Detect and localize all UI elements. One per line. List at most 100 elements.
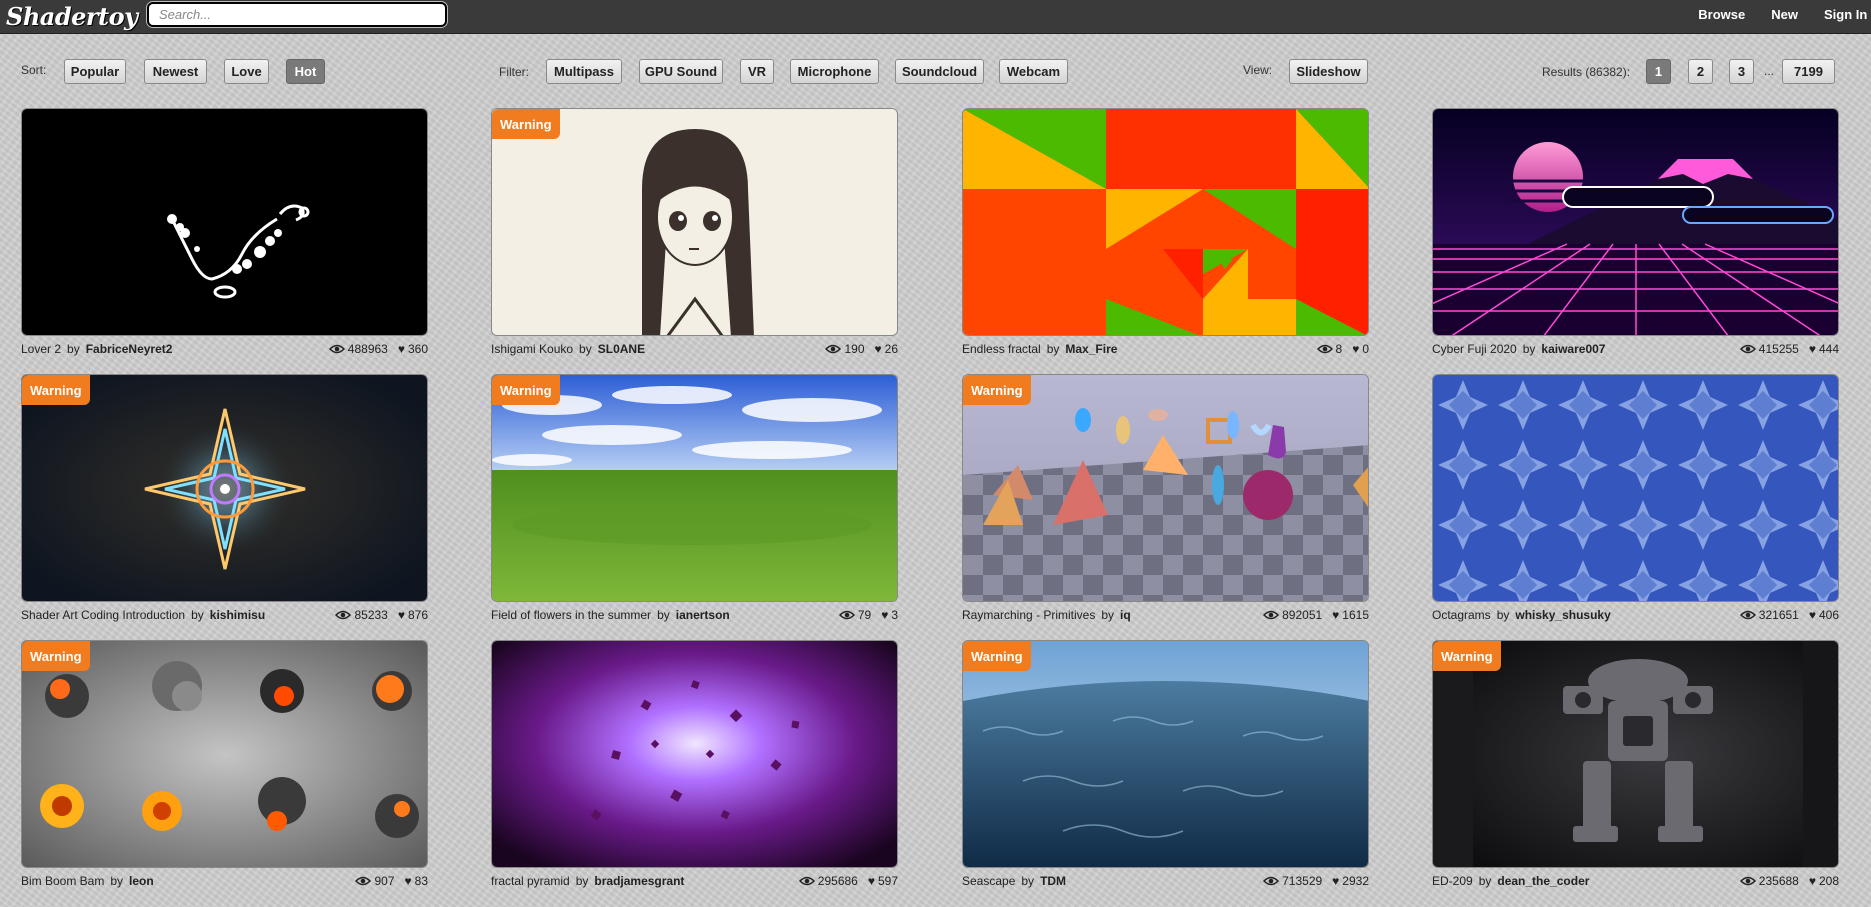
heart-icon: ♥ [1808,874,1816,888]
shader-title[interactable]: Seascape [962,874,1015,888]
shader-title[interactable]: ED-209 [1432,874,1473,888]
like-count: 360 [407,342,428,356]
shader-stats: 415255 ♥ 444 [1739,342,1839,356]
page-1-button[interactable]: 1 [1646,59,1671,84]
shader-title[interactable]: Ishigami Kouko [491,342,573,356]
shader-title[interactable]: Raymarching - Primitives [962,608,1095,622]
shader-thumbnail[interactable]: Warning [21,374,428,602]
site-logo[interactable]: Shadertoy [6,2,138,31]
filter-microphone-button[interactable]: Microphone [790,59,879,84]
shader-thumbnail[interactable]: Warning [962,640,1369,868]
shader-card[interactable]: fractal pyramid by bradjamesgrant 295686… [491,640,898,888]
shader-title[interactable]: Lover 2 [21,342,61,356]
shader-author[interactable]: Max_Fire [1065,342,1117,356]
by-label: by [579,342,592,356]
shader-title[interactable]: Shader Art Coding Introduction [21,608,185,622]
sort-newest-button[interactable]: Newest [144,59,207,84]
shader-author[interactable]: ianertson [676,608,730,622]
shader-author[interactable]: SL0ANE [598,342,645,356]
shader-thumbnail[interactable] [21,108,428,336]
heart-icon: ♥ [397,608,405,622]
filter-webcam-button[interactable]: Webcam [999,59,1068,84]
heart-icon: ♥ [1352,342,1360,356]
shader-card[interactable]: Warning Field of flowers in the summer b… [491,374,898,622]
shader-thumbnail[interactable] [1432,374,1839,602]
view-count: 295686 [817,874,858,888]
shader-author[interactable]: dean_the_coder [1497,874,1589,888]
by-label: by [1522,342,1536,356]
filter-gpu-sound-button[interactable]: GPU Sound [639,59,723,84]
shader-title[interactable]: Endless fractal [962,342,1041,356]
sort-hot-button[interactable]: Hot [286,59,325,84]
like-count: 876 [407,608,428,622]
shader-card[interactable]: Cyber Fuji 2020 by kaiware007 415255 ♥ 4… [1432,108,1839,356]
shader-thumbnail[interactable]: Warning [21,640,428,868]
filter-multipass-button[interactable]: Multipass [546,59,622,84]
shader-author[interactable]: TDM [1040,874,1066,888]
heart-icon: ♥ [404,874,412,888]
view-slideshow-button[interactable]: Slideshow [1289,59,1368,84]
shader-meta: Endless fractal by Max_Fire 8 ♥ 0 [962,341,1369,357]
shader-meta: Lover 2 by FabriceNeyret2 488963 ♥ 360 [21,341,428,357]
sort-popular-button[interactable]: Popular [64,59,126,84]
search-input[interactable] [147,2,447,27]
shader-card[interactable]: Warning Seascape by TDM 713529 ♥ 2932 [962,640,1369,888]
shader-card[interactable]: Lover 2 by FabriceNeyret2 488963 ♥ 360 [21,108,428,356]
filter-vr-button[interactable]: VR [740,59,774,84]
shader-card[interactable]: Warning Raymarching - Primitives by iq 8… [962,374,1369,622]
nav-browse[interactable]: Browse [1698,7,1745,27]
shader-card[interactable]: Warning Ishigami Kouko by SL0ANE 190 ♥ 2… [491,108,898,356]
shader-title[interactable]: Bim Boom Bam [21,874,104,888]
shader-card[interactable]: Warning ED-209 by dean_the_coder 235688 … [1432,640,1839,888]
page-last-button[interactable]: 7199 [1782,59,1835,84]
shader-stats: 488963 ♥ 360 [328,342,428,356]
shader-art-art [22,375,427,601]
shader-thumbnail[interactable] [1432,108,1839,336]
shader-title[interactable]: Cyber Fuji 2020 [1432,342,1517,356]
shader-thumbnail[interactable] [962,108,1369,336]
warning-badge: Warning [22,375,90,405]
fractal-art [963,109,1368,335]
page-3-button[interactable]: 3 [1729,59,1754,84]
shader-author[interactable]: leon [129,874,154,888]
shader-card[interactable]: Warning Shader Art Coding Introduction b… [21,374,428,622]
shader-thumbnail[interactable]: Warning [1432,640,1839,868]
anime-art [492,109,897,335]
shader-thumbnail[interactable]: Warning [491,108,898,336]
shader-card[interactable]: Warning Bim Boom Bam by leon 907 ♥ 83 [21,640,428,888]
nav-new[interactable]: New [1771,7,1798,27]
nav-sign-in[interactable]: Sign In [1824,7,1871,27]
shader-stats: 907 ♥ 83 [355,874,428,888]
shader-stats: 79 ♥ 3 [838,608,898,622]
top-bar: Shadertoy Browse New Sign In [0,0,1871,34]
shader-title[interactable]: Octagrams [1432,608,1491,622]
shader-stats: 85233 ♥ 876 [335,608,428,622]
view-count: 713529 [1282,874,1323,888]
shader-thumbnail[interactable]: Warning [491,374,898,602]
page-2-button[interactable]: 2 [1688,59,1713,84]
shader-stats: 713529 ♥ 2932 [1263,874,1369,888]
shader-author[interactable]: FabriceNeyret2 [86,342,173,356]
shader-thumbnail[interactable] [491,640,898,868]
shader-stats: 8 ♥ 0 [1316,342,1369,356]
shader-card[interactable]: Octagrams by whisky_shusuky 321651 ♥ 406 [1432,374,1839,622]
shader-meta: ED-209 by dean_the_coder 235688 ♥ 208 [1432,873,1839,889]
eye-icon [1316,344,1333,354]
shader-author[interactable]: kaiware007 [1541,342,1605,356]
explosions-art [22,641,427,867]
shader-author[interactable]: bradjamesgrant [594,874,684,888]
shader-author[interactable]: whisky_shusuky [1515,608,1610,622]
sort-love-button[interactable]: Love [224,59,269,84]
view-label: View: [1243,63,1273,77]
shader-card[interactable]: Endless fractal by Max_Fire 8 ♥ 0 [962,108,1369,356]
shader-author[interactable]: iq [1120,608,1131,622]
filter-soundcloud-button[interactable]: Soundcloud [895,59,984,84]
shader-thumbnail[interactable]: Warning [962,374,1369,602]
warning-badge: Warning [963,375,1031,405]
shader-author[interactable]: kishimisu [210,608,265,622]
shader-title[interactable]: fractal pyramid [491,874,570,888]
eye-icon [1263,610,1280,620]
shader-stats: 190 ♥ 26 [825,342,898,356]
heart-icon: ♥ [881,608,889,622]
shader-title[interactable]: Field of flowers in the summer [491,608,651,622]
